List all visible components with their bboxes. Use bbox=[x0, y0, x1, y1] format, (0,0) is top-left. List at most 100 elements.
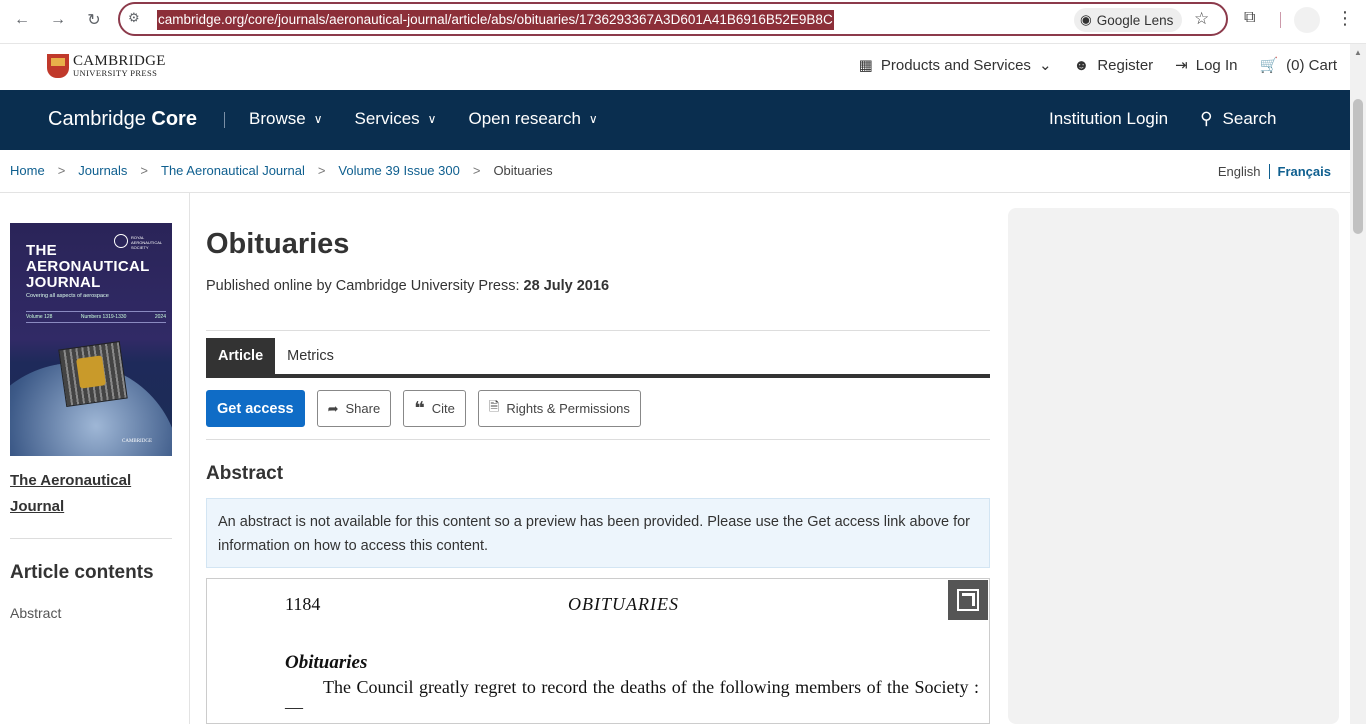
divider bbox=[206, 330, 990, 331]
products-label: Products and Services bbox=[880, 56, 1031, 74]
cover-subtitle: Covering all aspects of aerospace bbox=[26, 293, 109, 299]
breadcrumb: Home > Journals > The Aeronautical Journ… bbox=[0, 150, 1350, 193]
cambridge-core-logo[interactable]: Cambridge Core bbox=[48, 108, 197, 131]
article-contents-heading: Article contents bbox=[10, 562, 154, 583]
logo-line1: CAMBRIDGE bbox=[73, 53, 166, 70]
toolbar-divider bbox=[1280, 12, 1281, 28]
user-icon: ☻ bbox=[1073, 56, 1090, 74]
chevron-down-icon: ∨ bbox=[588, 112, 598, 126]
nav-services[interactable]: Services ∨ bbox=[354, 109, 436, 129]
preview-page-number: 1184 bbox=[285, 594, 321, 614]
cover-meta: Volume 128 Numbers 1319-1330 2024 bbox=[26, 311, 166, 323]
nav-open-research[interactable]: Open research ∨ bbox=[468, 109, 597, 129]
cover-volume: Volume 128 bbox=[26, 314, 53, 320]
cart-icon: 🛒 bbox=[1259, 57, 1279, 74]
published-prefix: Published online by Cambridge University… bbox=[206, 278, 520, 294]
cover-publisher: CAMBRIDGE bbox=[122, 439, 153, 444]
lens-icon: ◉ bbox=[1080, 12, 1092, 27]
get-access-button[interactable]: Get access bbox=[206, 390, 305, 427]
browser-menu-icon[interactable]: ⋮ bbox=[1336, 8, 1354, 29]
language-english[interactable]: English bbox=[1218, 164, 1270, 179]
breadcrumb-journal[interactable]: The Aeronautical Journal bbox=[161, 163, 305, 178]
article-title: Obituaries bbox=[206, 228, 350, 260]
right-panel bbox=[1008, 208, 1339, 724]
share-label: Share bbox=[345, 401, 381, 416]
article-tabs: Article Metrics bbox=[206, 338, 990, 378]
cart-label: (0) Cart bbox=[1286, 56, 1337, 74]
google-lens-label: Google Lens bbox=[1096, 12, 1174, 28]
quote-icon: ❝ bbox=[414, 398, 425, 418]
cite-button[interactable]: ❝ Cite bbox=[403, 390, 466, 427]
pdf-preview[interactable]: 1184 OBITUARIES Obituaries The Council g… bbox=[206, 578, 990, 724]
nav-services-label: Services bbox=[354, 109, 420, 128]
document-check-icon: 🗎 bbox=[488, 398, 500, 414]
scroll-up-arrow-icon[interactable]: ▲ bbox=[1354, 48, 1362, 57]
satellite-body bbox=[76, 355, 106, 389]
abstract-notice: An abstract is not available for this co… bbox=[206, 498, 990, 568]
rights-label: Rights & Permissions bbox=[506, 401, 630, 416]
cover-title-line3: JOURNAL bbox=[26, 274, 101, 291]
cover-title-line2: AERONAUTICAL bbox=[26, 258, 150, 275]
search-label: Search bbox=[1222, 109, 1277, 128]
sidebar-divider bbox=[10, 538, 172, 539]
contents-item-abstract[interactable]: Abstract bbox=[10, 605, 61, 621]
journal-cover-image[interactable]: ROYAL AERONAUTICAL SOCIETY THE AERONAUTI… bbox=[10, 223, 172, 456]
breadcrumb-separator: > bbox=[317, 163, 326, 178]
profile-avatar[interactable] bbox=[1294, 7, 1320, 33]
site-settings-icon[interactable]: ⚙ bbox=[128, 10, 148, 28]
bookmark-star-icon[interactable]: ☆ bbox=[1194, 9, 1209, 29]
logo-line2: UNIVERSITY PRESS bbox=[73, 68, 158, 79]
nav-divider bbox=[224, 112, 225, 128]
cite-label: Cite bbox=[431, 401, 455, 416]
expand-preview-button[interactable] bbox=[948, 580, 988, 620]
nav-browse[interactable]: Browse ∨ bbox=[249, 109, 322, 129]
abstract-heading: Abstract bbox=[206, 463, 284, 484]
breadcrumb-issue[interactable]: Volume 39 Issue 300 bbox=[338, 163, 459, 178]
google-lens-button[interactable]: ◉ Google Lens bbox=[1074, 8, 1183, 32]
core-logo-prefix: Cambridge bbox=[48, 108, 146, 130]
cover-numbers: Numbers 1319-1330 bbox=[80, 314, 127, 320]
browser-toolbar: ← → ↻ ⚙ cambridge.org/core/journals/aero… bbox=[0, 0, 1366, 44]
extensions-icon[interactable]: ⧉ bbox=[1244, 9, 1266, 31]
sidebar: ROYAL AERONAUTICAL SOCIETY THE AERONAUTI… bbox=[0, 193, 190, 724]
search-icon: ⚲ bbox=[1200, 109, 1213, 128]
published-date: 28 July 2016 bbox=[523, 278, 610, 294]
chevron-down-icon: ∨ bbox=[313, 112, 323, 126]
rights-permissions-button[interactable]: 🗎 Rights & Permissions bbox=[477, 390, 641, 427]
share-button[interactable]: ➦ Share bbox=[316, 390, 392, 427]
cart-link[interactable]: 🛒 (0) Cart bbox=[1259, 56, 1337, 75]
login-icon: ⇥ bbox=[1175, 57, 1188, 74]
login-link[interactable]: ⇥ Log In bbox=[1175, 56, 1237, 75]
products-services-menu[interactable]: ▦ Products and Services ⌄ bbox=[859, 56, 1052, 75]
search-button[interactable]: ⚲ Search bbox=[1200, 109, 1276, 129]
address-bar[interactable]: ⚙ cambridge.org/core/journals/aeronautic… bbox=[118, 2, 1228, 36]
chevron-down-icon: ⌄ bbox=[1038, 57, 1052, 74]
share-icon: ➦ bbox=[327, 400, 339, 416]
publisher-bar: CAMBRIDGE UNIVERSITY PRESS ▦ Products an… bbox=[0, 44, 1350, 90]
forward-arrow-icon[interactable]: → bbox=[45, 8, 71, 32]
preview-body: The Council greatly regret to record the… bbox=[285, 677, 979, 717]
back-arrow-icon[interactable]: ← bbox=[9, 8, 35, 32]
nav-browse-label: Browse bbox=[249, 109, 306, 128]
breadcrumb-separator: > bbox=[140, 163, 149, 178]
published-line: Published online by Cambridge University… bbox=[206, 278, 609, 294]
tab-article[interactable]: Article bbox=[206, 338, 276, 374]
breadcrumb-home[interactable]: Home bbox=[10, 163, 45, 178]
register-link[interactable]: ☻ Register bbox=[1074, 57, 1154, 74]
core-logo-bold: Core bbox=[151, 108, 197, 130]
tab-metrics[interactable]: Metrics bbox=[275, 338, 346, 374]
breadcrumb-separator: > bbox=[57, 163, 66, 178]
institution-login-link[interactable]: Institution Login bbox=[1049, 109, 1168, 129]
reload-icon[interactable]: ↻ bbox=[81, 8, 107, 32]
breadcrumb-separator: > bbox=[472, 163, 481, 178]
cambridge-university-press-logo[interactable]: CAMBRIDGE UNIVERSITY PRESS bbox=[47, 54, 166, 78]
language-french[interactable]: Français bbox=[1270, 164, 1331, 179]
preview-title: Obituaries bbox=[285, 652, 368, 673]
expand-icon bbox=[957, 589, 979, 611]
register-label: Register bbox=[1097, 56, 1154, 74]
scrollbar-thumb[interactable] bbox=[1353, 99, 1363, 234]
url-text[interactable]: cambridge.org/core/journals/aeronautical… bbox=[157, 10, 834, 30]
journal-link[interactable]: The Aeronautical Journal bbox=[10, 468, 180, 520]
breadcrumb-journals[interactable]: Journals bbox=[78, 163, 127, 178]
page-scrollbar[interactable]: ▲ bbox=[1350, 44, 1366, 724]
